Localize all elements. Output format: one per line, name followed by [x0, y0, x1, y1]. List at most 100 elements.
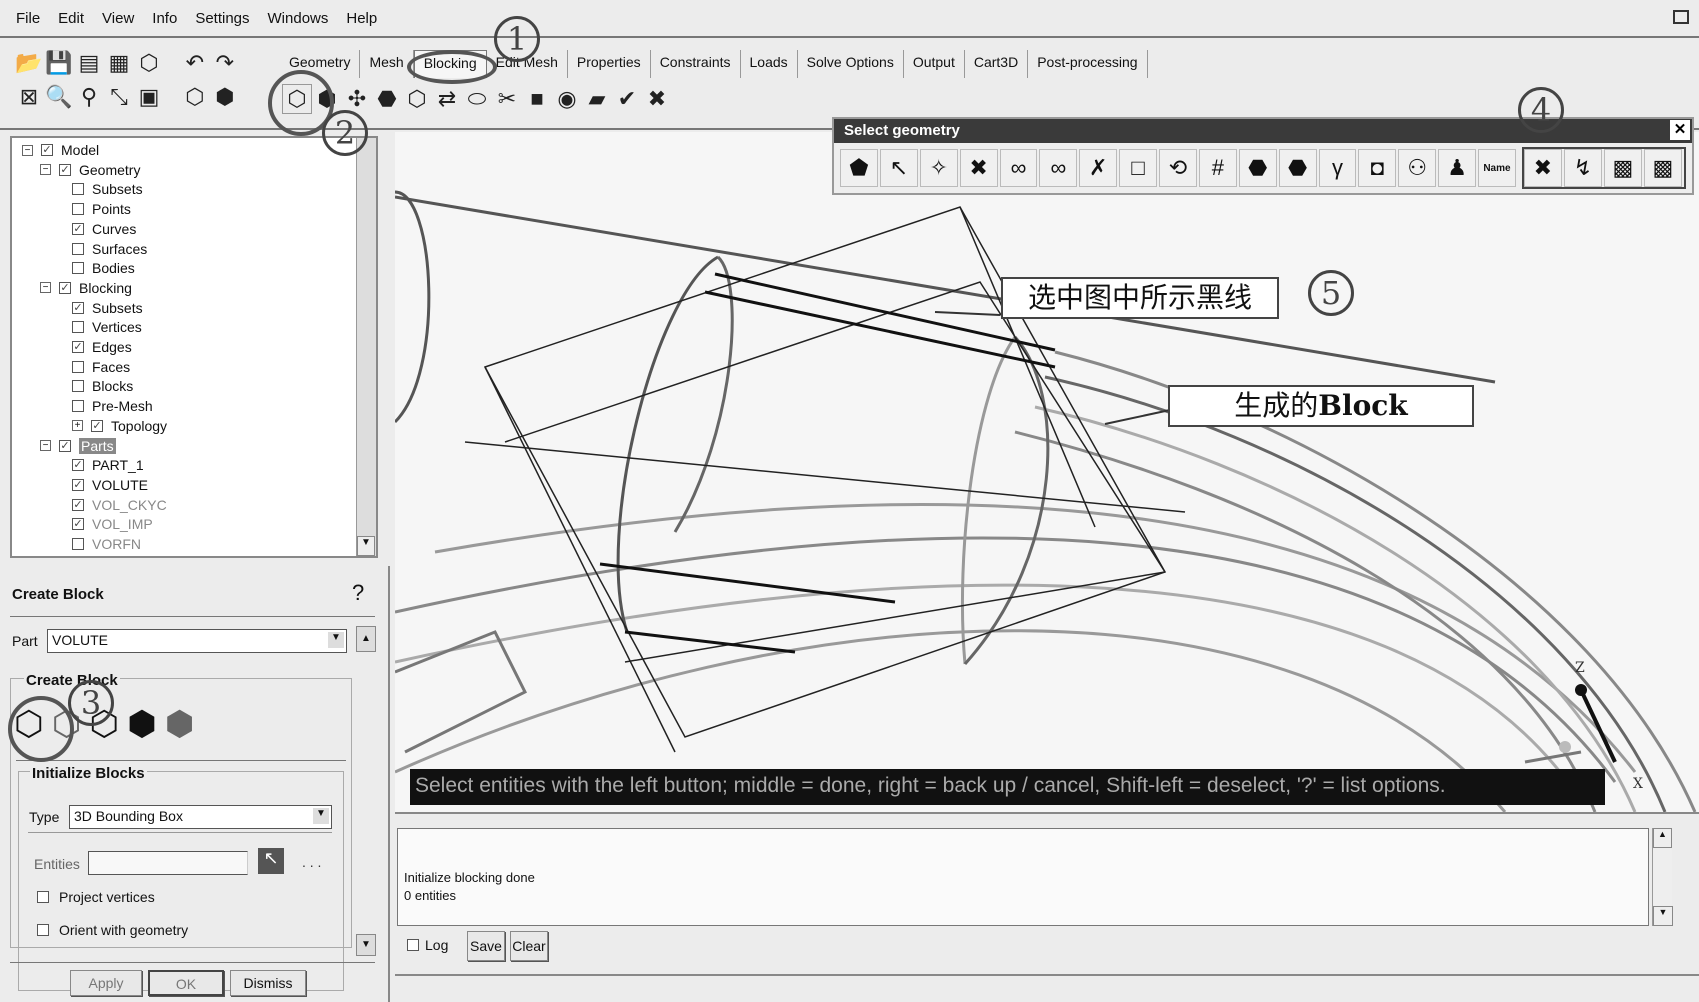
- visibility-checkbox[interactable]: [72, 380, 84, 393]
- graphics-viewport[interactable]: Z X: [395, 132, 1699, 812]
- scroll-up-icon[interactable]: ▲: [1653, 828, 1672, 848]
- move-vertex-icon[interactable]: ⇄: [432, 84, 462, 114]
- visibility-checkbox[interactable]: ✓: [72, 459, 84, 472]
- menu-info[interactable]: Info: [152, 10, 177, 27]
- tab-post-processing[interactable]: Post-processing: [1028, 50, 1148, 78]
- save-log-button[interactable]: Save: [467, 931, 505, 961]
- 2d-to-3d-icon[interactable]: ⬢: [127, 704, 157, 744]
- undo-icon[interactable]: ↶: [180, 48, 210, 78]
- zoom-icon[interactable]: 🔍: [44, 82, 74, 112]
- visibility-checkbox[interactable]: [72, 183, 84, 196]
- type-select[interactable]: 3D Bounding Box ▼: [69, 805, 332, 829]
- edit-block-icon[interactable]: ⬣: [372, 84, 402, 114]
- import-mesh-icon[interactable]: ▦: [104, 48, 134, 78]
- visibility-checkbox[interactable]: ✓: [91, 419, 103, 432]
- solid-icon[interactable]: ⬢: [210, 82, 240, 112]
- visibility-checkbox[interactable]: [72, 360, 84, 373]
- tab-output[interactable]: Output: [904, 50, 965, 78]
- coordinate-system-icon[interactable]: ⤡: [104, 82, 134, 112]
- scroll-down-icon[interactable]: ▼: [356, 934, 376, 956]
- delete-block-icon[interactable]: ✖: [642, 84, 672, 114]
- message-scrollbar[interactable]: ▲ ▼: [1652, 828, 1673, 926]
- associate-icon[interactable]: ⬡: [402, 84, 432, 114]
- select-part-icon[interactable]: ⚇: [1398, 149, 1437, 187]
- tree-scrollbar[interactable]: ▼: [356, 138, 376, 556]
- import-blocking-icon[interactable]: ⬡: [134, 48, 164, 78]
- visibility-checkbox[interactable]: ✓: [59, 163, 71, 176]
- tree-item-vol-ckyc[interactable]: ✓ VOL_CKYC: [72, 497, 167, 513]
- log-checkbox[interactable]: Log: [407, 937, 448, 953]
- tab-properties[interactable]: Properties: [568, 50, 651, 78]
- tree-item-model[interactable]: − ✓ Model: [22, 142, 99, 158]
- dismiss-button[interactable]: Dismiss: [230, 970, 306, 996]
- visibility-checkbox[interactable]: ✓: [72, 301, 84, 314]
- menu-windows[interactable]: Windows: [268, 10, 329, 27]
- visibility-checkbox[interactable]: ✓: [59, 281, 71, 294]
- save-icon[interactable]: 💾: [44, 48, 74, 78]
- entities-input[interactable]: [88, 851, 248, 875]
- tree-item-faces[interactable]: Faces: [72, 359, 130, 375]
- visibility-checkbox[interactable]: ✓: [72, 478, 84, 491]
- toggle-surfaces-icon[interactable]: ▩: [1603, 149, 1642, 187]
- box-select-icon[interactable]: □: [1119, 149, 1157, 187]
- visibility-checkbox[interactable]: ✓: [72, 518, 84, 531]
- transform-blocks-icon[interactable]: ⬭: [462, 84, 492, 114]
- menu-file[interactable]: File: [16, 10, 40, 27]
- 3d-to-2d-icon[interactable]: ⬢: [165, 704, 195, 744]
- toggle-points-icon[interactable]: ✖: [1523, 149, 1562, 187]
- select-filter-icon[interactable]: γ: [1318, 149, 1357, 187]
- open-icon[interactable]: 📂: [14, 48, 44, 78]
- tree-item-blocks[interactable]: Blocks: [72, 378, 133, 394]
- tree-item-points[interactable]: Points: [72, 201, 131, 217]
- visibility-checkbox[interactable]: [72, 203, 84, 216]
- select-outline-icon[interactable]: ◘: [1358, 149, 1397, 187]
- visibility-checkbox[interactable]: ✓: [72, 498, 84, 511]
- tree-item-topology[interactable]: + ✓ Topology: [72, 418, 167, 434]
- apply-button[interactable]: Apply: [70, 970, 142, 996]
- tree-item-bodies[interactable]: Bodies: [72, 260, 135, 276]
- select-visible-all-icon[interactable]: ∞: [1039, 149, 1078, 187]
- clear-log-button[interactable]: Clear: [510, 931, 548, 961]
- tab-solve-options[interactable]: Solve Options: [798, 50, 904, 78]
- fit-window-icon[interactable]: ⊠: [14, 82, 44, 112]
- tree-item-pre-mesh[interactable]: Pre-Mesh: [72, 398, 153, 414]
- pre-mesh-smooth-icon[interactable]: ▰: [582, 84, 612, 114]
- collapse-icon[interactable]: −: [40, 282, 51, 294]
- close-icon[interactable]: ✕: [1670, 120, 1690, 140]
- tree-item-blocking[interactable]: − ✓ Blocking: [40, 280, 132, 296]
- tree-item-geometry[interactable]: − ✓ Geometry: [40, 162, 140, 178]
- tree-item-vol-imp[interactable]: ✓ VOL_IMP: [72, 516, 153, 532]
- collapse-icon[interactable]: −: [22, 144, 33, 156]
- tree-item-vorfn[interactable]: VORFN: [72, 536, 141, 552]
- pre-mesh-params-icon[interactable]: ■: [522, 84, 552, 114]
- restore-window-icon[interactable]: [1673, 10, 1689, 24]
- redo-icon[interactable]: ↷: [210, 48, 240, 78]
- check-blocks-icon[interactable]: ✔: [612, 84, 642, 114]
- measure-icon[interactable]: ⚲: [74, 82, 104, 112]
- visibility-checkbox[interactable]: ✓: [72, 341, 84, 353]
- select-single-icon[interactable]: ⬣: [1278, 149, 1317, 187]
- visibility-checkbox[interactable]: ✓: [41, 144, 53, 156]
- tree-item-volute[interactable]: ✓ VOLUTE: [72, 477, 148, 493]
- menu-view[interactable]: View: [102, 10, 134, 27]
- visibility-checkbox[interactable]: [72, 400, 84, 413]
- visibility-checkbox[interactable]: ✓: [72, 222, 84, 235]
- tree-item-vertices[interactable]: Vertices: [72, 319, 142, 335]
- select-visible-icon[interactable]: ∞: [999, 149, 1038, 187]
- tree-item-surfaces[interactable]: Surfaces: [72, 241, 147, 257]
- expand-icon[interactable]: +: [72, 420, 83, 432]
- collapse-icon[interactable]: −: [40, 440, 51, 451]
- tree-item-subsets[interactable]: Subsets: [72, 181, 143, 197]
- polygon-select-icon[interactable]: ⟲: [1159, 149, 1197, 187]
- tree-item-curves[interactable]: ✓ Curves: [72, 221, 136, 237]
- toggle-curves-icon[interactable]: ↯: [1563, 149, 1602, 187]
- tree-item-part-1[interactable]: ✓ PART_1: [72, 457, 144, 473]
- select-cursor-icon[interactable]: ↖: [258, 848, 284, 874]
- tab-mesh[interactable]: Mesh: [360, 50, 414, 78]
- import-geometry-icon[interactable]: ▤: [74, 48, 104, 78]
- project-vertices-checkbox[interactable]: Project vertices: [37, 889, 155, 905]
- menu-help[interactable]: Help: [346, 10, 377, 27]
- deselect-icon[interactable]: ✗: [1079, 149, 1118, 187]
- visibility-checkbox[interactable]: [72, 321, 84, 334]
- tab-cart3d[interactable]: Cart3D: [965, 50, 1029, 78]
